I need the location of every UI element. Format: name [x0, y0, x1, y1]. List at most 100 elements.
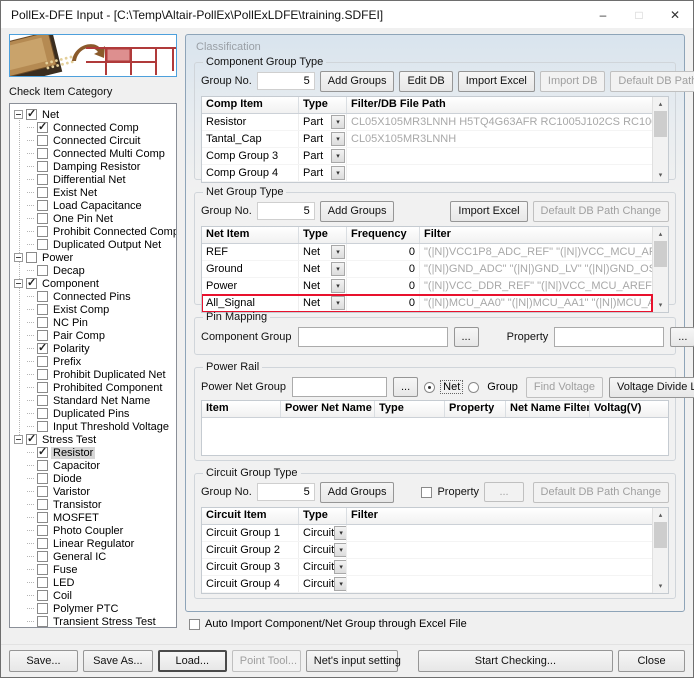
tree-item[interactable]: Transistor: [10, 498, 176, 511]
tree-item-checkbox[interactable]: [37, 538, 48, 549]
tree-item[interactable]: Photo Coupler: [10, 524, 176, 537]
tree-item-checkbox[interactable]: [37, 356, 48, 367]
tree-item-checkbox[interactable]: [37, 174, 48, 185]
tree-item-checkbox[interactable]: [37, 395, 48, 406]
circuit-property-checkbox[interactable]: [421, 486, 433, 498]
tree-item-checkbox[interactable]: [37, 512, 48, 523]
circuit-add-groups-button[interactable]: Add Groups: [319, 481, 395, 503]
tree-item[interactable]: Prefix: [10, 355, 176, 368]
net-radio-label[interactable]: Net: [440, 380, 464, 394]
tree-item-checkbox[interactable]: [37, 460, 48, 471]
net-group-row[interactable]: Power Net ▾ 0 "(|N|)VCC_DDR_REF" "(|N|)V…: [202, 278, 652, 295]
tree-item[interactable]: Connected Circuit: [10, 134, 176, 147]
type-dropdown-icon[interactable]: ▾: [331, 279, 345, 293]
pin-mapping-component-group-input[interactable]: [297, 327, 448, 347]
voltage-divide-logic-button[interactable]: Voltage Divide Logic: [609, 376, 694, 398]
comp-group-no-input[interactable]: [256, 72, 315, 90]
auto-import-checkbox-row[interactable]: Auto Import Component/Net Group through …: [189, 618, 685, 630]
tree-item-checkbox[interactable]: [37, 213, 48, 224]
tree-item-checkbox[interactable]: [37, 148, 48, 159]
tree-item[interactable]: Net: [10, 107, 176, 121]
tree-item[interactable]: General IC: [10, 550, 176, 563]
scroll-up-icon[interactable]: ▴: [653, 97, 668, 111]
tree-item-checkbox[interactable]: [37, 291, 48, 302]
type-dropdown-icon[interactable]: ▾: [331, 245, 345, 259]
tree-item-checkbox[interactable]: [37, 187, 48, 198]
tree-item[interactable]: Resistor: [10, 445, 176, 459]
tree-item[interactable]: Diode: [10, 472, 176, 485]
tree-item[interactable]: Prohibit Duplicated Net: [10, 368, 176, 381]
power-net-group-browse-button[interactable]: ...: [392, 377, 419, 397]
type-dropdown-icon[interactable]: ▾: [334, 543, 346, 557]
tree-item-checkbox[interactable]: [26, 276, 37, 289]
tree-item-checkbox[interactable]: [37, 445, 48, 458]
footer-button[interactable]: Save As...: [82, 650, 153, 672]
type-dropdown-icon[interactable]: ▾: [334, 577, 346, 591]
tree-expander-icon[interactable]: [14, 253, 23, 262]
minimize-icon[interactable]: –: [585, 1, 621, 28]
tree-item[interactable]: Exist Comp: [10, 303, 176, 316]
scroll-down-icon[interactable]: ▾: [653, 168, 668, 182]
type-dropdown-icon[interactable]: ▾: [334, 526, 346, 540]
scroll-down-icon[interactable]: ▾: [653, 579, 668, 593]
footer-button[interactable]: Close: [618, 650, 685, 672]
tree-item-checkbox[interactable]: [37, 330, 48, 341]
pin-mapping-property-input[interactable]: [554, 327, 665, 347]
tree-item-checkbox[interactable]: [37, 265, 48, 276]
tree-item-checkbox[interactable]: [37, 499, 48, 510]
tree-item[interactable]: Differential Net: [10, 173, 176, 186]
tree-item-checkbox[interactable]: [26, 107, 37, 120]
close-icon[interactable]: ✕: [657, 1, 693, 28]
tree-item[interactable]: Prohibited Component: [10, 381, 176, 394]
tree-item-checkbox[interactable]: [37, 603, 48, 614]
tree-item-checkbox[interactable]: [37, 226, 48, 237]
tree-item[interactable]: Polarity: [10, 341, 176, 355]
footer-button[interactable]: Save...: [9, 650, 78, 672]
tree-item-checkbox[interactable]: [37, 304, 48, 315]
tree-expander-icon[interactable]: [14, 110, 23, 119]
tree-item-checkbox[interactable]: [37, 564, 48, 575]
tree-item[interactable]: Coil: [10, 589, 176, 602]
tree-item[interactable]: Polymer PTC: [10, 602, 176, 615]
scrollbar-thumb[interactable]: [654, 241, 667, 267]
tree-item[interactable]: Power: [10, 251, 176, 264]
tree-item[interactable]: Standard Net Name: [10, 394, 176, 407]
net-group-row[interactable]: REF Net ▾ 0 "(|N|)VCC1P8_ADC_REF" "(|N|)…: [202, 244, 652, 261]
net-radio[interactable]: [424, 381, 436, 393]
net-group-row[interactable]: Ground Net ▾ 0 "(|N|)GND_ADC" "(|N|)GND_…: [202, 261, 652, 278]
tree-item[interactable]: Capacitor: [10, 459, 176, 472]
tree-item-checkbox[interactable]: [37, 317, 48, 328]
tree-item-checkbox[interactable]: [26, 432, 37, 445]
power-net-group-input[interactable]: [291, 377, 387, 397]
circuit-group-row[interactable]: Circuit Group 4 Circuit ▾: [202, 576, 652, 593]
tree-item-checkbox[interactable]: [37, 200, 48, 211]
net-table-scrollbar[interactable]: ▴ ▾: [652, 227, 668, 312]
edit-db-button[interactable]: Edit DB: [399, 70, 453, 92]
tree-item[interactable]: Varistor: [10, 485, 176, 498]
circuit-group-no-input[interactable]: [256, 483, 315, 501]
type-dropdown-icon[interactable]: ▾: [331, 132, 345, 146]
comp-add-groups-button[interactable]: Add Groups: [319, 70, 395, 92]
group-radio-label[interactable]: Group: [485, 381, 520, 393]
tree-item-checkbox[interactable]: [37, 590, 48, 601]
comp-import-excel-button[interactable]: Import Excel: [457, 70, 535, 92]
circuit-group-row[interactable]: Circuit Group 3 Circuit ▾: [202, 559, 652, 576]
tree-item-checkbox[interactable]: [37, 616, 48, 627]
footer-button[interactable]: Load...: [157, 650, 227, 672]
type-dropdown-icon[interactable]: ▾: [331, 166, 345, 180]
tree-item-checkbox[interactable]: [37, 473, 48, 484]
tree-item[interactable]: Damping Resistor: [10, 160, 176, 173]
tree-item[interactable]: Connected Pins: [10, 290, 176, 303]
type-dropdown-icon[interactable]: ▾: [334, 560, 346, 574]
tree-item[interactable]: Duplicated Pins: [10, 407, 176, 420]
type-dropdown-icon[interactable]: ▾: [331, 296, 345, 310]
component-group-row[interactable]: Tantal_Cap Part ▾ CL05X105MR3LNNH: [202, 131, 652, 148]
tree-item-checkbox[interactable]: [37, 408, 48, 419]
tree-item[interactable]: Exist Net: [10, 186, 176, 199]
tree-item[interactable]: NC Pin: [10, 316, 176, 329]
net-group-no-input[interactable]: [256, 202, 315, 220]
tree-item[interactable]: Connected Comp: [10, 120, 176, 134]
tree-item-checkbox[interactable]: [37, 135, 48, 146]
tree-item[interactable]: Component: [10, 276, 176, 290]
type-dropdown-icon[interactable]: ▾: [331, 149, 345, 163]
